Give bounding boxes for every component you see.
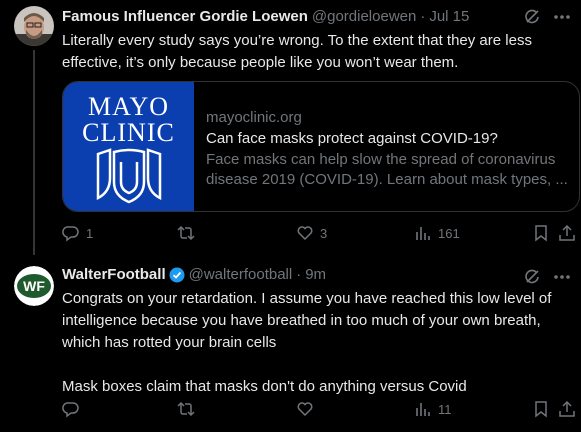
views-icon	[416, 227, 430, 240]
card-title: Can face masks protect against COVID-19?	[206, 130, 498, 147]
reply-button[interactable]: 1	[62, 224, 93, 242]
like-count: 3	[320, 225, 328, 241]
reply-icon	[62, 402, 79, 418]
share-button[interactable]	[558, 224, 576, 242]
timestamp[interactable]: Jul 15	[429, 8, 469, 25]
card-domain: mayoclinic.org	[206, 109, 302, 126]
user-handle[interactable]: @walterfootball	[189, 266, 293, 283]
bookmark-button[interactable]	[532, 400, 550, 418]
views-button[interactable]: 11	[414, 400, 452, 418]
separator-dot: ·	[420, 8, 426, 25]
views-button[interactable]: 161	[414, 224, 460, 242]
share-icon	[559, 400, 575, 417]
like-button[interactable]: 3	[296, 224, 327, 242]
repost-icon	[177, 401, 195, 417]
reply-icon	[62, 226, 79, 242]
mayo-shield-icon	[96, 148, 162, 204]
tweet-text: Literally every study says you’re wrong.…	[62, 32, 537, 71]
like-button[interactable]	[296, 400, 320, 418]
bookmark-icon	[535, 401, 547, 418]
share-icon	[559, 224, 575, 241]
view-count: 161	[438, 225, 460, 241]
grok-icon[interactable]	[523, 268, 541, 286]
tweet-header: Famous Influencer Gordie Loewen @gordiel…	[62, 8, 469, 25]
reply-count: 1	[86, 225, 94, 241]
link-card[interactable]: MAYO CLINIC mayoclinic.org Can face mask…	[62, 81, 580, 212]
thread-line	[33, 50, 35, 255]
avatar-text: WF	[23, 278, 45, 294]
bookmark-button[interactable]	[532, 224, 550, 242]
repost-icon	[177, 225, 195, 241]
card-image[interactable]: MAYO CLINIC	[63, 82, 194, 211]
tweet-header-actions	[523, 268, 571, 286]
views-icon	[416, 403, 430, 416]
tweet-actions: 11	[62, 400, 577, 422]
avatar[interactable]: WF	[14, 266, 54, 306]
verified-badge-icon[interactable]	[169, 267, 185, 283]
repost-button[interactable]	[177, 400, 201, 418]
tweet-text: Congrats on your retardation. I assume y…	[62, 290, 552, 395]
clinic-logo-text: CLINIC	[82, 118, 175, 147]
tweet-actions: 1 3 161	[62, 224, 577, 246]
card-description: Face masks can help slow the spread of c…	[206, 151, 568, 188]
like-icon	[297, 226, 313, 241]
avatar[interactable]	[14, 6, 54, 46]
more-icon[interactable]	[553, 8, 571, 26]
share-button[interactable]	[558, 400, 576, 418]
user-handle[interactable]: @gordieloewen	[312, 8, 416, 25]
timestamp[interactable]: 9m	[305, 266, 326, 283]
reply-button[interactable]	[62, 400, 86, 418]
view-count: 11	[438, 401, 452, 417]
tweet-header-actions	[523, 8, 571, 26]
more-icon[interactable]	[553, 268, 571, 286]
tweet[interactable]: WF WalterFootball @walterfootball · 9m C…	[0, 250, 581, 432]
display-name[interactable]: Famous Influencer Gordie Loewen	[62, 8, 308, 25]
mayo-logo-text: MAYO	[87, 92, 170, 121]
grok-icon[interactable]	[523, 8, 541, 26]
display-name[interactable]: WalterFootball	[62, 266, 166, 283]
like-icon	[297, 402, 313, 417]
separator-dot: ·	[296, 266, 302, 283]
tweet[interactable]: Famous Influencer Gordie Loewen @gordiel…	[0, 0, 581, 255]
repost-button[interactable]	[177, 224, 201, 242]
tweet-header: WalterFootball @walterfootball · 9m	[62, 266, 326, 283]
bookmark-icon	[535, 225, 547, 242]
